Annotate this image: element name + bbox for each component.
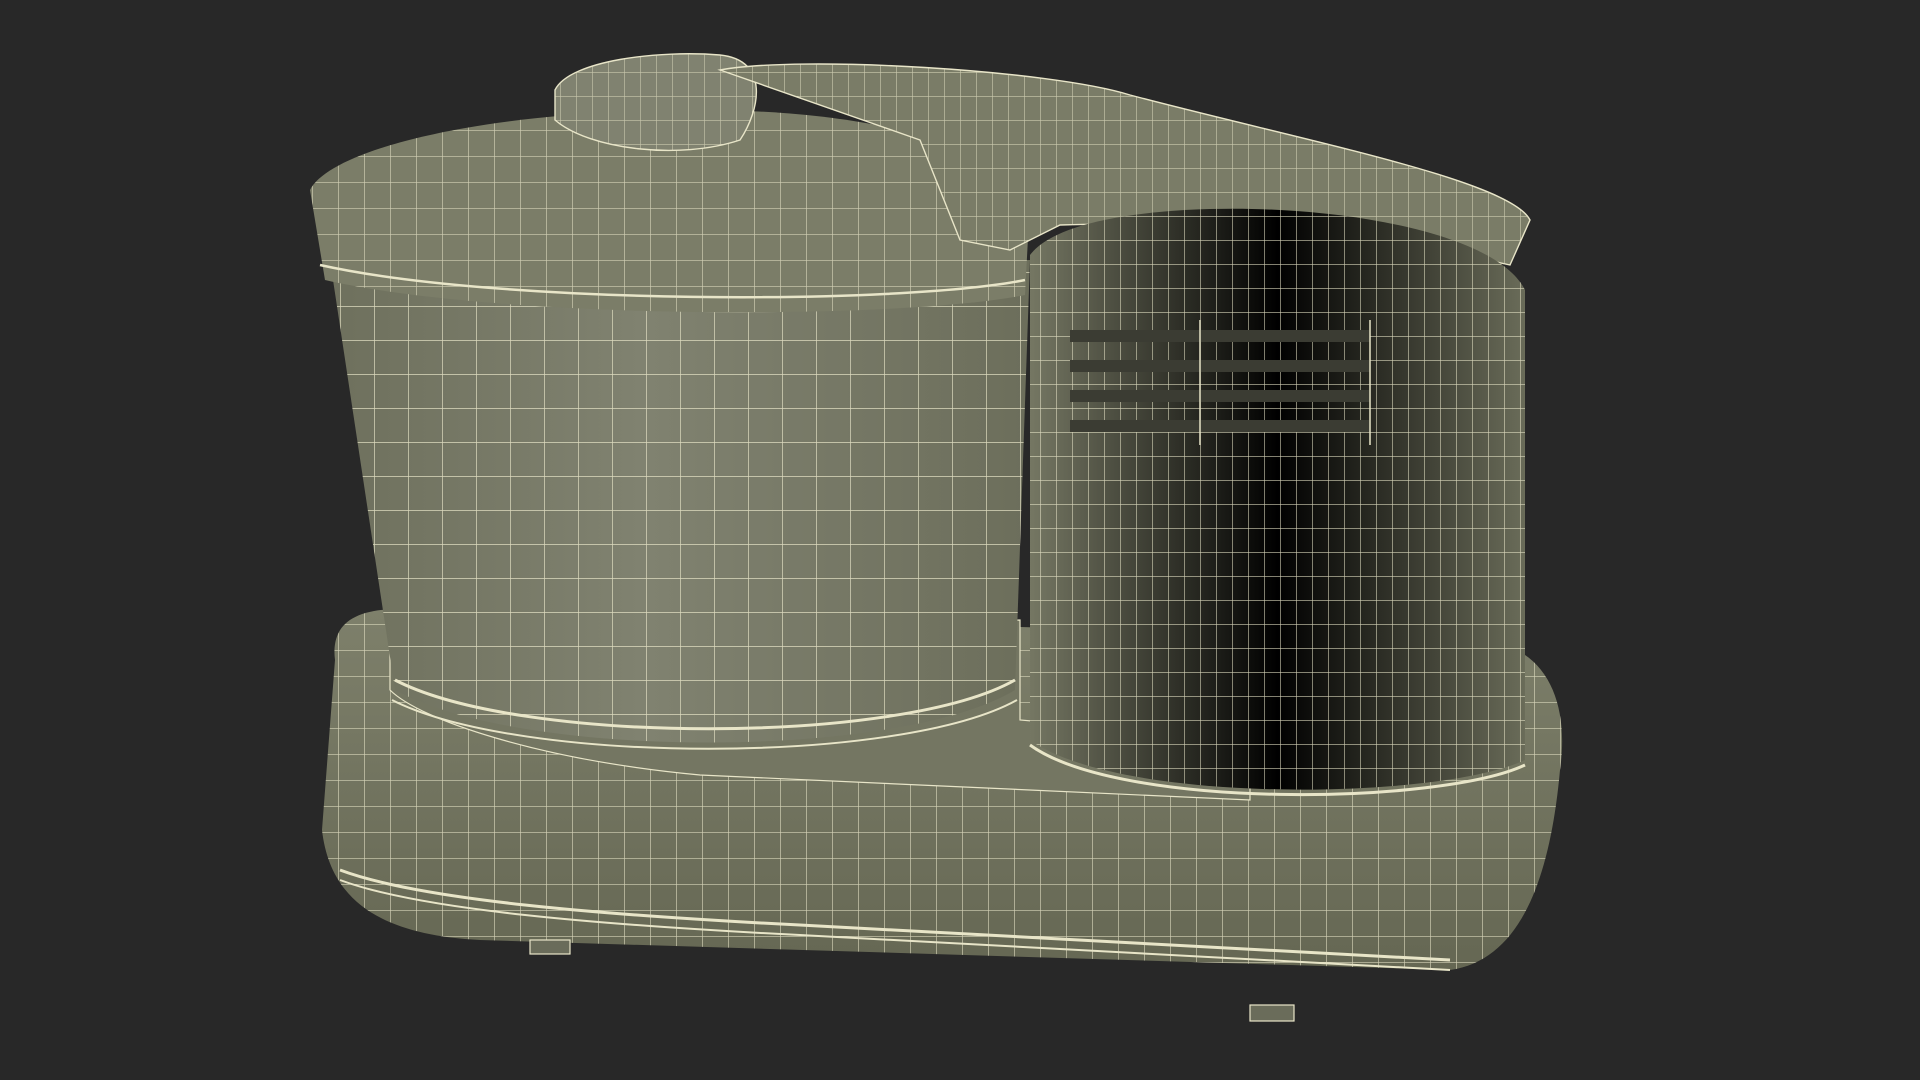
grinding-drum bbox=[330, 260, 1030, 750]
foot-left bbox=[529, 939, 571, 955]
motor-housing bbox=[1029, 208, 1526, 797]
render-canvas bbox=[310, 53, 1563, 1022]
foot-right bbox=[1249, 1004, 1295, 1022]
